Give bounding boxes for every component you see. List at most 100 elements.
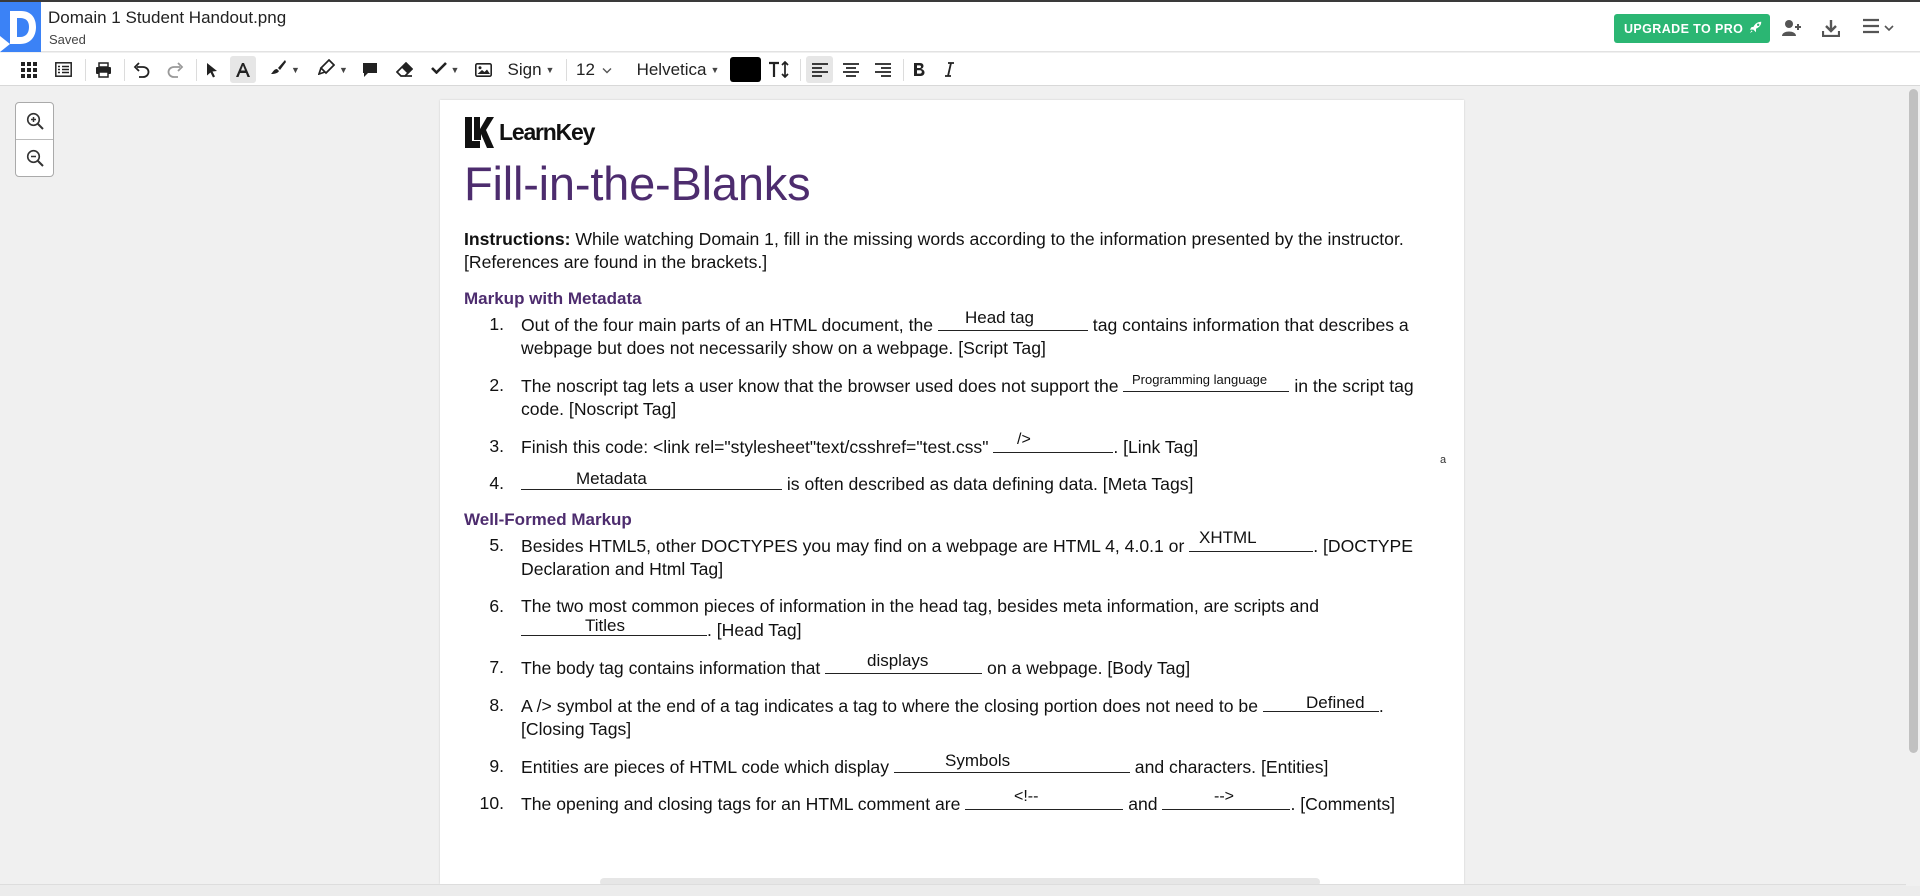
app-logo[interactable] [0, 2, 41, 52]
file-name[interactable]: Domain 1 Student Handout.png [48, 8, 286, 28]
item-text-before: Out of the four main parts of an HTML do… [521, 315, 938, 335]
save-status: Saved [49, 32, 86, 47]
caret-down-icon: ▼ [710, 64, 720, 75]
bottom-bar [0, 884, 1920, 896]
rocket-icon [1749, 20, 1763, 37]
item-text: The opening and closing tags for an HTML… [521, 792, 1441, 816]
chevron-down-icon [602, 61, 612, 79]
comment-icon[interactable] [359, 56, 381, 83]
filled-answer[interactable]: Metadata [576, 469, 647, 489]
section-heading: Markup with Metadata [464, 289, 642, 308]
filled-answer[interactable]: Head tag [965, 308, 1034, 328]
item-number: 5. [489, 535, 504, 555]
brush-tool[interactable]: ▼ [265, 56, 305, 83]
learnkey-logo: LearnKey [464, 116, 595, 149]
filled-answer[interactable]: displays [867, 651, 928, 671]
item-text-after: is often described as data defining data… [782, 474, 1194, 494]
zoom-out-icon[interactable] [16, 140, 53, 176]
chevron-down-icon [1884, 19, 1894, 37]
caret-down-icon: ▼ [291, 64, 300, 75]
document-title: Fill-in-the-Blanks [464, 157, 811, 210]
brush-icon [270, 59, 287, 80]
item-number: 10. [479, 793, 504, 813]
filled-answer[interactable]: Programming language [1132, 372, 1267, 387]
caret-down-icon: ▼ [545, 64, 555, 75]
item-number: 4. [489, 473, 504, 493]
align-right-icon[interactable] [872, 56, 894, 83]
main-menu-button[interactable] [1862, 16, 1902, 40]
font-size-select[interactable]: 12 [572, 56, 616, 83]
toolbar: ▼ ▼ ▼ Sign ▼ 12 Helvetica ▼ [0, 53, 1920, 86]
check-icon [430, 61, 447, 79]
add-user-icon[interactable] [1780, 16, 1804, 40]
item-text-before: A /> symbol at the end of a tag indicate… [521, 696, 1263, 716]
text-icon[interactable] [230, 56, 256, 83]
item-text-before: The opening and closing tags for an HTML… [521, 794, 966, 814]
print-icon[interactable] [92, 56, 114, 83]
answer-blank[interactable] [521, 472, 782, 490]
scrollbar-thumb[interactable] [1909, 89, 1918, 753]
item-text-before: The two most common pieces of informatio… [521, 596, 1319, 616]
item-number: 1. [489, 314, 504, 334]
item-text-after: and characters. [Entities] [1129, 757, 1329, 777]
item-text-before: Besides HTML5, other DOCTYPES you may fi… [521, 536, 1190, 556]
item-number: 7. [489, 657, 504, 677]
item-text: The noscript tag lets a user know that t… [521, 374, 1441, 421]
undo-icon[interactable] [130, 56, 152, 83]
filled-answer[interactable]: Symbols [945, 751, 1010, 771]
item-text: Besides HTML5, other DOCTYPES you may fi… [521, 534, 1441, 581]
upgrade-label: UPGRADE TO PRO [1624, 21, 1744, 36]
line-height-icon[interactable] [766, 56, 792, 83]
answer-blank[interactable] [893, 755, 1130, 773]
toolbar-separator [800, 59, 801, 81]
text-color-picker[interactable] [729, 56, 762, 83]
image-icon[interactable] [472, 56, 494, 83]
item-number: 2. [489, 375, 504, 395]
item-text-after: . [Head Tag] [707, 620, 802, 640]
filled-answer[interactable]: /> [1017, 431, 1031, 449]
align-left-icon[interactable] [806, 56, 833, 83]
upgrade-to-pro-button[interactable]: UPGRADE TO PRO [1614, 14, 1770, 43]
highlighter-icon [317, 58, 336, 80]
redo-icon[interactable] [164, 56, 186, 83]
caret-down-icon: ▼ [450, 64, 460, 75]
text-color-swatch [730, 57, 761, 82]
bold-icon[interactable] [908, 56, 930, 83]
item-number: 3. [489, 436, 504, 456]
highlighter-tool[interactable]: ▼ [313, 56, 353, 83]
item-text-after: . [Comments] [1290, 794, 1396, 814]
filled-answer[interactable]: Defined [1306, 693, 1365, 713]
grid-icon[interactable] [18, 56, 40, 83]
filled-answer[interactable]: <!-- [1014, 788, 1038, 806]
item-number: 9. [489, 756, 504, 776]
list-icon[interactable] [52, 56, 74, 83]
answer-blank[interactable] [993, 435, 1114, 453]
italic-icon[interactable] [938, 56, 960, 83]
zoom-in-icon[interactable] [16, 103, 53, 139]
item-text: The two most common pieces of informatio… [521, 595, 1441, 642]
pointer-icon[interactable] [201, 56, 223, 83]
filled-answer[interactable]: Titles [585, 616, 625, 636]
section-heading: Well-Formed Markup [464, 510, 632, 529]
app-header: Domain 1 Student Handout.png Saved UPGRA… [0, 0, 1920, 52]
align-center-icon[interactable] [840, 56, 862, 83]
eraser-icon[interactable] [393, 56, 415, 83]
font-size-value: 12 [576, 59, 595, 79]
answer-blank[interactable] [965, 792, 1124, 810]
toolbar-separator [196, 59, 197, 81]
item-text-after: . [Link Tag] [1113, 437, 1199, 457]
menu-icon [1862, 18, 1880, 39]
filled-answer[interactable]: XHTML [1199, 528, 1257, 548]
item-text: The body tag contains information that o… [521, 656, 1441, 680]
filled-answer[interactable]: --> [1214, 788, 1234, 806]
font-family-dropdown[interactable]: Helvetica ▼ [630, 56, 726, 83]
check-tool[interactable]: ▼ [425, 56, 465, 83]
toolbar-separator [566, 59, 567, 81]
document-page[interactable]: LearnKey Fill-in-the-Blanks Instructions… [440, 100, 1464, 884]
download-icon[interactable] [1819, 16, 1843, 40]
instructions-text: While watching Domain 1, fill in the mis… [464, 229, 1404, 272]
stray-mark: a [1440, 454, 1447, 466]
instructions: Instructions: While watching Domain 1, f… [464, 228, 1444, 274]
zoom-controls [15, 102, 54, 177]
sign-dropdown[interactable]: Sign ▼ [504, 56, 558, 83]
